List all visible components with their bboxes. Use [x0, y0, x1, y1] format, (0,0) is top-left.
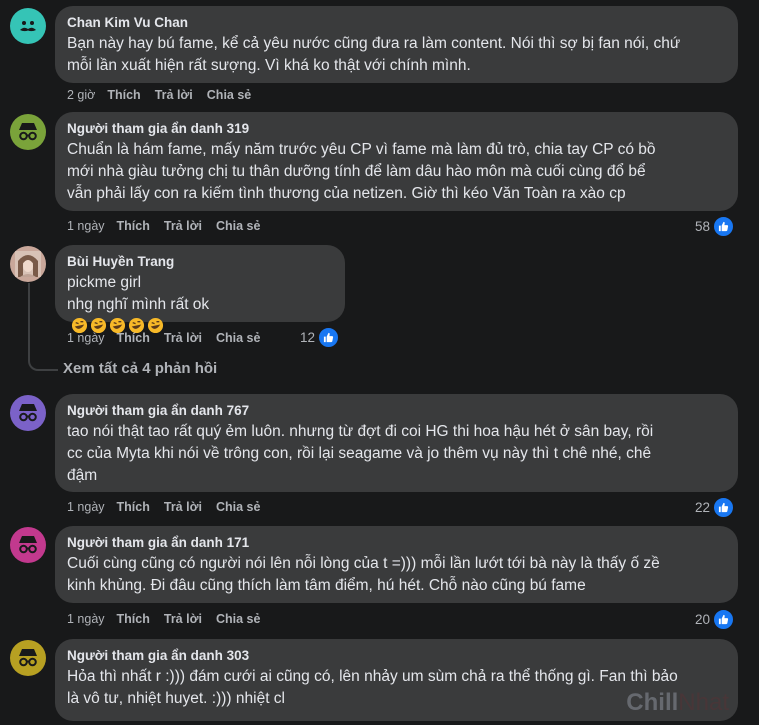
comment-bubble: Người tham gia ẩn danh 171 Cuối cùng cũn…: [55, 526, 738, 603]
comment-author[interactable]: Chan Kim Vu Chan: [67, 14, 726, 31]
incognito-icon: [19, 649, 37, 667]
comment-author[interactable]: Người tham gia ẩn danh 767: [67, 402, 726, 419]
comment-time[interactable]: 1 ngày: [67, 612, 105, 628]
like-reaction-icon: [713, 496, 735, 518]
avatar[interactable]: [10, 114, 46, 150]
reply-button[interactable]: Trả lời: [164, 500, 202, 516]
incognito-icon: [19, 404, 37, 422]
comment-actions: 1 ngày Thích Trả lời Chia sẻ: [67, 612, 274, 628]
share-button[interactable]: Chia sẻ: [216, 500, 260, 516]
comment-author[interactable]: Người tham gia ẩn danh 303: [67, 647, 726, 664]
reaction-number: 20: [695, 611, 711, 627]
comment-bubble: Bùi Huyền Trang pickme girl nhg nghĩ mìn…: [55, 245, 345, 334]
comment-bubble: Người tham gia ẩn danh 319 Chuẩn là hám …: [55, 112, 738, 211]
comment-actions: 1 ngày Thích Trả lời Chia sẻ: [67, 219, 274, 235]
comment-text: Bạn này hay bú fame, kể cả yêu nước cũng…: [67, 35, 681, 74]
share-button[interactable]: Chia sẻ: [216, 219, 260, 235]
watermark-logo: ChillNhat: [626, 689, 729, 717]
reaction-number: 58: [695, 218, 711, 234]
avatar[interactable]: [10, 8, 46, 44]
like-reaction-icon: [318, 326, 340, 348]
comment-actions: 1 ngày Thích Trả lời Chia sẻ: [67, 500, 274, 516]
mustache-face-icon: [20, 21, 36, 32]
reply-button[interactable]: Trả lời: [164, 331, 202, 347]
reaction-count[interactable]: 20: [695, 608, 735, 630]
watermark-part2: Nhat: [678, 689, 729, 716]
reply-button[interactable]: Trả lời: [164, 612, 202, 628]
comment-actions: 2 giờ Thích Trả lời Chia sẻ: [67, 88, 265, 104]
like-button[interactable]: Thích: [117, 331, 150, 347]
comment-author[interactable]: Người tham gia ẩn danh 171: [67, 534, 726, 551]
avatar[interactable]: [10, 527, 46, 563]
share-button[interactable]: Chia sẻ: [216, 331, 260, 347]
reply-button[interactable]: Trả lời: [155, 88, 193, 104]
comment-text: tao nói thật tao rất quý ẻm luôn. nhưng …: [67, 423, 654, 484]
like-reaction-icon: [713, 215, 735, 237]
reaction-count[interactable]: 58: [695, 215, 735, 237]
avatar[interactable]: [10, 640, 46, 676]
reaction-count[interactable]: 12: [300, 326, 340, 348]
comment-author[interactable]: Người tham gia ẩn danh 319: [67, 120, 726, 137]
watermark-part1: Chill: [626, 689, 679, 716]
avatar[interactable]: [10, 395, 46, 431]
comment-text: Cuối cùng cũng có người nói lên nỗi lòng…: [67, 555, 660, 594]
comment-author[interactable]: Bùi Huyền Trang: [67, 253, 333, 270]
share-button[interactable]: Chia sẻ: [216, 612, 260, 628]
incognito-icon: [19, 536, 37, 554]
comment-bubble: Người tham gia ẩn danh 767 tao nói thật …: [55, 394, 738, 492]
comment-time[interactable]: 1 ngày: [67, 331, 105, 347]
avatar[interactable]: [10, 246, 46, 282]
incognito-icon: [19, 123, 37, 141]
comment-actions: 1 ngày Thích Trả lời Chia sẻ: [67, 331, 274, 347]
comment-text: Chuẩn là hám fame, mấy năm trước yêu CP …: [67, 141, 656, 202]
share-button[interactable]: Chia sẻ: [207, 88, 251, 104]
reaction-count[interactable]: 22: [695, 496, 735, 518]
comment-time[interactable]: 2 giờ: [67, 88, 95, 104]
like-button[interactable]: Thích: [117, 219, 150, 235]
reply-thread-line: [28, 283, 58, 371]
reaction-number: 22: [695, 499, 711, 515]
comment-bubble: Chan Kim Vu Chan Bạn này hay bú fame, kể…: [55, 6, 738, 83]
like-button[interactable]: Thích: [107, 88, 140, 104]
like-button[interactable]: Thích: [117, 612, 150, 628]
reply-button[interactable]: Trả lời: [164, 219, 202, 235]
like-button[interactable]: Thích: [117, 500, 150, 516]
like-reaction-icon: [713, 608, 735, 630]
profile-photo-icon: [15, 251, 41, 277]
view-all-replies-link[interactable]: Xem tất cả 4 phản hồi: [63, 360, 217, 377]
comment-time[interactable]: 1 ngày: [67, 500, 105, 516]
reaction-number: 12: [300, 329, 316, 345]
comment-time[interactable]: 1 ngày: [67, 219, 105, 235]
comment-text: pickme girl nhg nghĩ mình rất ok: [67, 272, 333, 338]
